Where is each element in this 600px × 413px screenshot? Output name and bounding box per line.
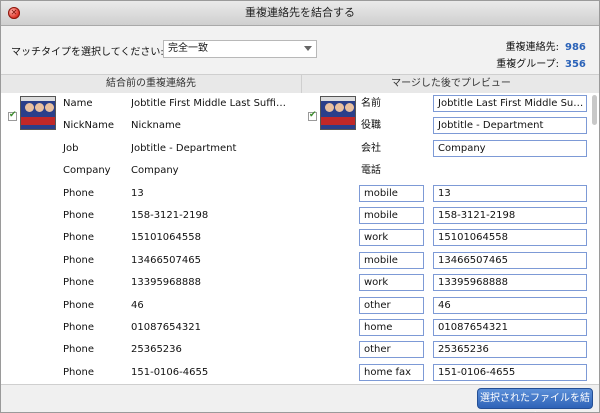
- table-row: Phone 15101064558 work 15101064558: [1, 227, 599, 249]
- phone-number-field[interactable]: 15101064558: [433, 229, 587, 247]
- left-field-label: Phone: [63, 366, 94, 378]
- left-field-label: Phone: [63, 232, 94, 244]
- phone-number-field[interactable]: 158-3121-2198: [433, 207, 587, 224]
- left-field-label: Phone: [63, 277, 94, 289]
- table-row: Phone 01087654321 home 01087654321: [1, 317, 599, 339]
- left-field-value: 13466507465: [131, 254, 201, 266]
- right-field-label: 役職: [361, 120, 381, 132]
- match-type-select[interactable]: 完全一致: [163, 40, 317, 58]
- phone-number-field[interactable]: 13466507465: [433, 251, 587, 269]
- merge-selected-button[interactable]: 選択されたファイルを結合: [477, 388, 593, 409]
- merge-duplicates-window: ✕ 重複連絡先を結合する マッチタイプを選択してください: 完全一致 重複連絡先…: [0, 0, 600, 413]
- left-field-value: Company: [131, 165, 179, 177]
- left-field-label: Company: [63, 165, 111, 177]
- window-title: 重複連絡先を結合する: [245, 6, 355, 19]
- table-row: Name Jobtitle First Middle Last Suffix Jo…: [1, 93, 599, 115]
- left-field-label: Job: [63, 142, 79, 154]
- left-field-value: 151-0106-4655: [131, 366, 209, 378]
- table-row: Phone 13 mobile 13: [1, 183, 599, 205]
- table-row: Company Company 電話: [1, 160, 599, 182]
- dup-groups-count: 356: [565, 59, 586, 70]
- chevron-down-icon: [304, 46, 312, 51]
- left-field-label: NickName: [63, 120, 115, 132]
- table-row: NickName Nickname 役職 Jobtitle - Department: [1, 115, 599, 137]
- phone-type-field[interactable]: work: [359, 274, 424, 292]
- dup-contacts-count: 986: [565, 42, 586, 53]
- phone-type-field[interactable]: home fax: [359, 363, 424, 381]
- phone-type-field[interactable]: other: [359, 341, 424, 359]
- phone-type-field[interactable]: other: [359, 296, 424, 314]
- left-field-value: Jobtitle First Middle Last Suffix Job...: [131, 98, 291, 109]
- left-column-header: 結合前の重複連絡先: [106, 78, 196, 89]
- right-field-label: 名前: [361, 98, 381, 109]
- table-row: Phone 25365236 other 25365236: [1, 339, 599, 361]
- match-type-label: マッチタイプを選択してください:: [11, 47, 164, 58]
- right-field-input[interactable]: Company: [433, 139, 587, 157]
- table-row: Phone 13466507465 mobile 13466507465: [1, 250, 599, 272]
- table-row: Phone 158-3121-2198 mobile 158-3121-2198: [1, 205, 599, 227]
- left-field-value: 25365236: [131, 344, 182, 356]
- left-field-value: 158-3121-2198: [131, 210, 209, 221]
- title-bar: ✕ 重複連絡先を結合する: [1, 1, 599, 26]
- left-field-label: Phone: [63, 299, 94, 311]
- left-field-value: Jobtitle - Department: [131, 142, 237, 154]
- dup-contacts-label: 重複連絡先:: [505, 42, 559, 53]
- right-field-input[interactable]: Jobtitle Last First Middle Suffix N...: [433, 95, 587, 112]
- right-field-label: 電話: [361, 165, 381, 177]
- dup-groups-stat: 重複グループ: 356: [496, 55, 586, 70]
- left-field-value: 13395968888: [131, 277, 201, 289]
- phone-number-field[interactable]: 25365236: [433, 341, 587, 359]
- dup-contacts-stat: 重複連絡先: 986: [505, 38, 586, 53]
- dup-groups-label: 重複グループ:: [496, 59, 559, 70]
- right-field-input[interactable]: Jobtitle - Department: [433, 117, 587, 135]
- left-field-label: Phone: [63, 187, 94, 199]
- phone-number-field[interactable]: 13: [433, 184, 587, 202]
- table-row: Job Jobtitle - Department 会社 Company: [1, 138, 599, 160]
- contacts-list[interactable]: ✔ ✔ Name Jobtitle First Middle Last Suffi…: [1, 93, 599, 384]
- left-field-label: Name: [63, 98, 93, 109]
- left-field-value: 46: [131, 299, 144, 311]
- table-row: Phone 13395968888 work 13395968888: [1, 272, 599, 294]
- left-field-value: 13: [131, 187, 144, 199]
- phone-number-field[interactable]: 151-0106-4655: [433, 363, 587, 381]
- left-field-label: Phone: [63, 322, 94, 333]
- phone-number-field[interactable]: 46: [433, 296, 587, 314]
- phone-number-field[interactable]: 13395968888: [433, 274, 587, 292]
- left-field-value: 15101064558: [131, 232, 201, 244]
- match-type-value: 完全一致: [168, 43, 208, 54]
- left-field-value: Nickname: [131, 120, 181, 132]
- toolbar: マッチタイプを選択してください: 完全一致 重複連絡先: 986 重複グループ: 3…: [1, 26, 599, 74]
- footer: 選択されたファイルを結合: [1, 384, 599, 412]
- right-column-header: マージした後でプレビュー: [301, 75, 599, 93]
- right-field-label: 会社: [361, 142, 381, 154]
- phone-type-field[interactable]: mobile: [359, 184, 424, 202]
- table-row: Phone 46 other 46: [1, 295, 599, 317]
- phone-type-field[interactable]: mobile: [359, 207, 424, 224]
- left-field-value: 01087654321: [131, 322, 201, 333]
- table-row: Phone 151-0106-4655 home fax 151-0106-4655: [1, 362, 599, 384]
- column-headers: 結合前の重複連絡先 マージした後でプレビュー: [1, 74, 599, 94]
- left-field-label: Phone: [63, 210, 94, 221]
- phone-type-field[interactable]: home: [359, 319, 424, 336]
- phone-number-field[interactable]: 01087654321: [433, 319, 587, 336]
- left-field-label: Phone: [63, 254, 94, 266]
- phone-type-field[interactable]: work: [359, 229, 424, 247]
- left-field-label: Phone: [63, 344, 94, 356]
- phone-type-field[interactable]: mobile: [359, 251, 424, 269]
